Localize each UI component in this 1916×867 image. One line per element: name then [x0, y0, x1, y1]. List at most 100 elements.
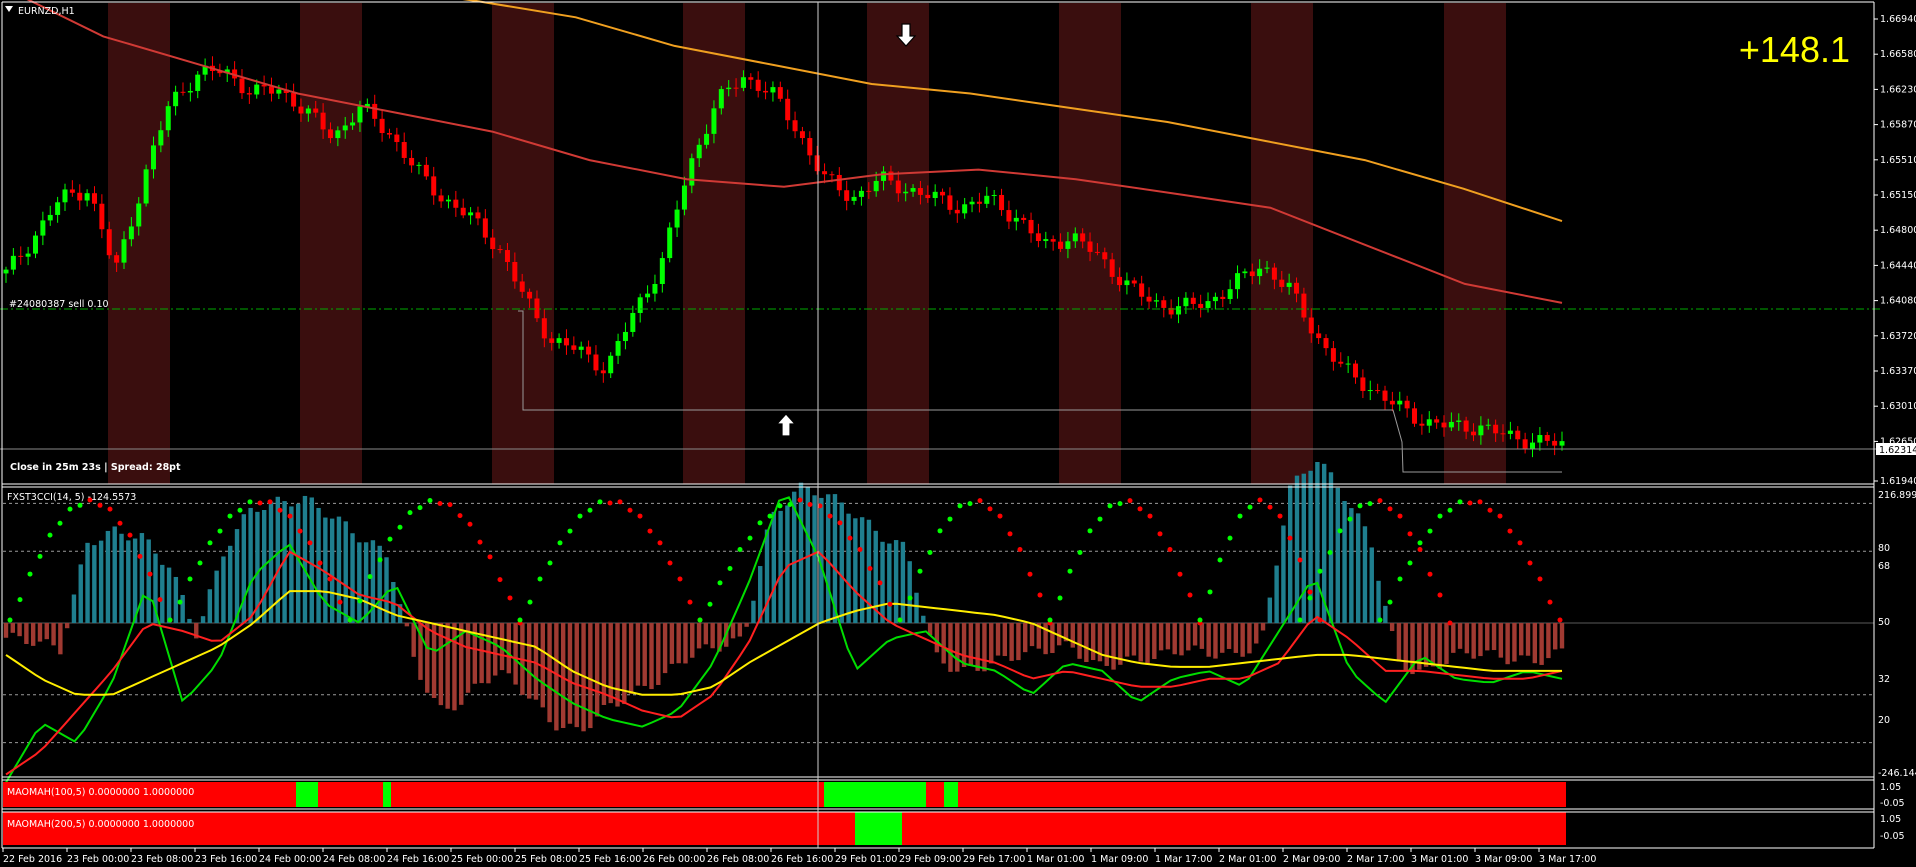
candle-body [1153, 300, 1159, 302]
candle-body [1094, 251, 1100, 253]
sar-dot [1307, 589, 1313, 595]
sar-dot [987, 506, 993, 512]
candle-body [482, 218, 488, 238]
candle-body [755, 79, 761, 91]
maomah-200-bar [3, 812, 1566, 845]
sar-dot [1167, 546, 1173, 552]
candle-body [1294, 282, 1300, 294]
sar-dot [107, 506, 113, 512]
sar-dot [1327, 549, 1333, 555]
candle-body [1552, 440, 1558, 446]
time-axis-label: 24 Feb 16:00 [387, 854, 449, 865]
sar-dot [1397, 576, 1403, 582]
sar-dot [97, 502, 103, 508]
candle-body [799, 131, 805, 139]
sar-dot [1507, 528, 1513, 534]
hist-bar [914, 592, 919, 624]
hist-bar [363, 542, 369, 624]
sar-dot [1437, 513, 1443, 519]
hist-bar [44, 623, 49, 640]
sar-dot [1137, 506, 1143, 512]
candle-body [770, 87, 776, 93]
maomah-100-panel[interactable]: MAOMAH(100,5) 0.0000000 1.0000000 [3, 782, 1566, 807]
sar-dot [587, 507, 593, 513]
candle-body [47, 214, 53, 221]
candle-body [1109, 259, 1115, 277]
candle-body [733, 87, 739, 89]
time-axis-label: 25 Feb 00:00 [451, 854, 513, 865]
sar-dot [367, 574, 373, 580]
hist-bar [1152, 623, 1157, 660]
hist-bar [1131, 623, 1137, 656]
candle-body [1028, 219, 1034, 234]
candle-body [858, 190, 864, 197]
sar-dot [737, 546, 743, 552]
hist-bar [1111, 623, 1116, 670]
sar-dot [1207, 589, 1213, 595]
hist-bar [1077, 623, 1082, 659]
session-band-1 [300, 3, 362, 484]
hist-bar [1002, 623, 1008, 657]
time-axis-label: 2 Mar 09:00 [1283, 854, 1340, 865]
candle-body [814, 155, 820, 172]
hist-bar [560, 623, 566, 729]
hist-bar [30, 623, 36, 646]
sar-dot [1107, 503, 1113, 509]
hist-bar [404, 623, 410, 627]
hist-bar [275, 496, 280, 624]
candle-body [468, 212, 474, 216]
hist-bar [1451, 623, 1456, 653]
candle-body [1463, 420, 1469, 432]
candle-body [195, 74, 201, 91]
sar-dot [487, 554, 493, 560]
candle-body [1190, 297, 1196, 304]
candle-body [600, 370, 606, 374]
candle-body [881, 171, 887, 181]
hist-bar [1172, 623, 1177, 655]
sar-dot [1177, 571, 1183, 577]
candle-body [1345, 363, 1351, 365]
hist-bar [1281, 525, 1286, 624]
maomah-200-panel[interactable]: MAOMAH(200,5) 0.0000000 1.0000000 [3, 812, 1566, 845]
candle-body [128, 226, 134, 240]
sar-dot [1497, 513, 1503, 519]
hist-bar [1457, 623, 1463, 649]
sar-dot [617, 499, 623, 505]
sar-dot [347, 617, 353, 623]
candle-body [792, 120, 798, 132]
candle-body [298, 106, 304, 114]
hist-bar [1519, 623, 1524, 656]
hist-bar [1029, 623, 1035, 647]
sar-dot [1477, 499, 1483, 505]
candle-body [947, 195, 953, 210]
cci-title: FXST3CCI(14, 5) -124.5573 [7, 492, 136, 503]
candle-body [549, 338, 555, 343]
candle-body [704, 133, 710, 145]
sar-dot [167, 617, 173, 623]
time-axis-label: 29 Feb 09:00 [899, 854, 961, 865]
hist-bar [1376, 580, 1381, 624]
hist-bar [493, 623, 498, 676]
candle-body [121, 239, 127, 263]
cci-axis-label: -246.1442 [1878, 768, 1916, 779]
trading-chart[interactable]: #24080387 sell 0.10 Close in 25m 23s | S… [0, 0, 1916, 867]
status-line: Close in 25m 23s | Spread: 28pt [10, 462, 181, 473]
hist-bar [58, 623, 63, 655]
hist-bar [982, 623, 987, 672]
candle-body [578, 346, 584, 350]
sar-dot [1367, 501, 1373, 507]
candle-body [1434, 419, 1440, 423]
session-band-7 [1444, 3, 1506, 484]
candle-body [327, 129, 333, 139]
candle-body [1146, 296, 1152, 302]
hist-bar [608, 623, 613, 704]
sar-dot [117, 520, 123, 526]
candle-body [1013, 217, 1019, 222]
candle-body [1080, 233, 1086, 242]
hist-bar [703, 623, 709, 645]
hist-bar [846, 513, 851, 624]
hist-bar [567, 623, 573, 724]
candle-body [984, 195, 990, 204]
hist-bar [166, 567, 172, 624]
candle-body [1353, 363, 1359, 378]
